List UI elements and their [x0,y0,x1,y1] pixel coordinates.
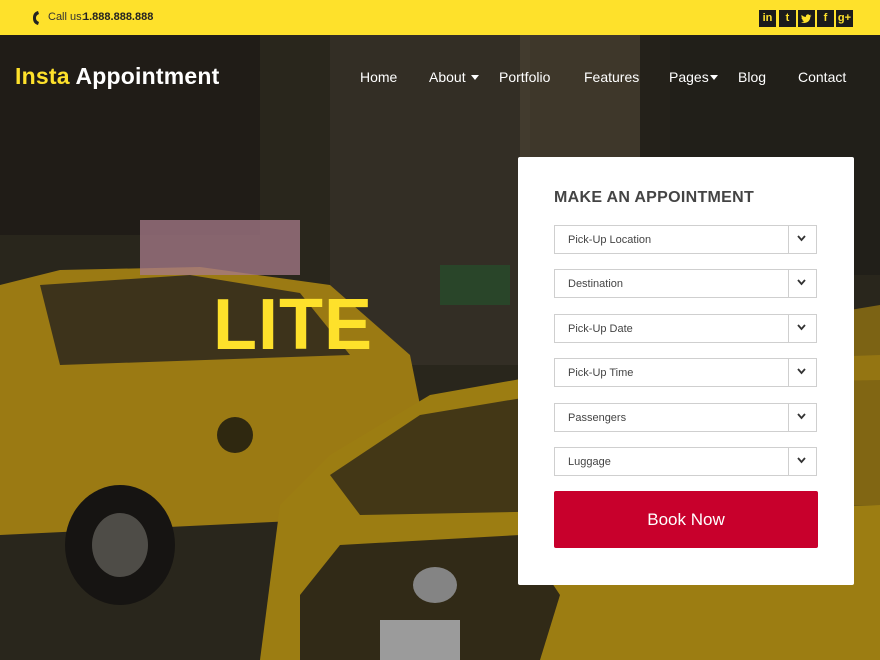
select-label: Pick-Up Time [568,367,634,379]
call-label: Call us: [48,11,85,23]
select-label: Passengers [568,412,627,424]
chevron-down-icon[interactable] [788,315,816,342]
nav-contact[interactable]: Contact [798,69,846,85]
linkedin-icon[interactable]: in [759,10,776,27]
pickup-location-select[interactable]: Pick-Up Location [554,225,817,254]
nav-about[interactable]: About [429,69,466,85]
select-label: Destination [568,278,624,290]
nav-pages[interactable]: Pages [669,69,709,85]
book-now-button[interactable]: Book Now [554,491,818,548]
hero-headline: LITE [213,285,373,365]
google-plus-icon[interactable]: g+ [836,10,853,27]
site-logo[interactable]: Insta Appointment [15,63,219,90]
facebook-icon[interactable]: f [817,10,834,27]
select-label: Pick-Up Location [568,234,652,246]
appointment-form: MAKE AN APPOINTMENT Pick-Up Location Des… [518,157,854,585]
luggage-select[interactable]: Luggage [554,447,817,476]
pages-dropdown-icon[interactable] [710,75,718,80]
destination-select[interactable]: Destination [554,269,817,298]
nav-portfolio[interactable]: Portfolio [499,69,550,85]
logo-part-insta: Insta [15,63,70,89]
pickup-time-select[interactable]: Pick-Up Time [554,358,817,387]
phone-icon [33,11,39,25]
select-label: Pick-Up Date [568,323,633,335]
passengers-select[interactable]: Passengers [554,403,817,432]
chevron-down-icon[interactable] [788,404,816,431]
tumblr-icon[interactable]: t [779,10,796,27]
chevron-down-icon[interactable] [788,226,816,253]
about-dropdown-icon[interactable] [471,75,479,80]
logo-part-appointment: Appointment [75,63,220,89]
top-bar: Call us: 1.888.888.888 in t f g+ [0,0,880,35]
call-number[interactable]: 1.888.888.888 [83,11,153,23]
nav-blog[interactable]: Blog [738,69,766,85]
chevron-down-icon[interactable] [788,270,816,297]
select-label: Luggage [568,456,611,468]
nav-home[interactable]: Home [360,69,397,85]
pickup-date-select[interactable]: Pick-Up Date [554,314,817,343]
form-title: MAKE AN APPOINTMENT [554,189,755,206]
twitter-icon[interactable] [798,10,815,27]
nav-features[interactable]: Features [584,69,639,85]
chevron-down-icon[interactable] [788,359,816,386]
chevron-down-icon[interactable] [788,448,816,475]
